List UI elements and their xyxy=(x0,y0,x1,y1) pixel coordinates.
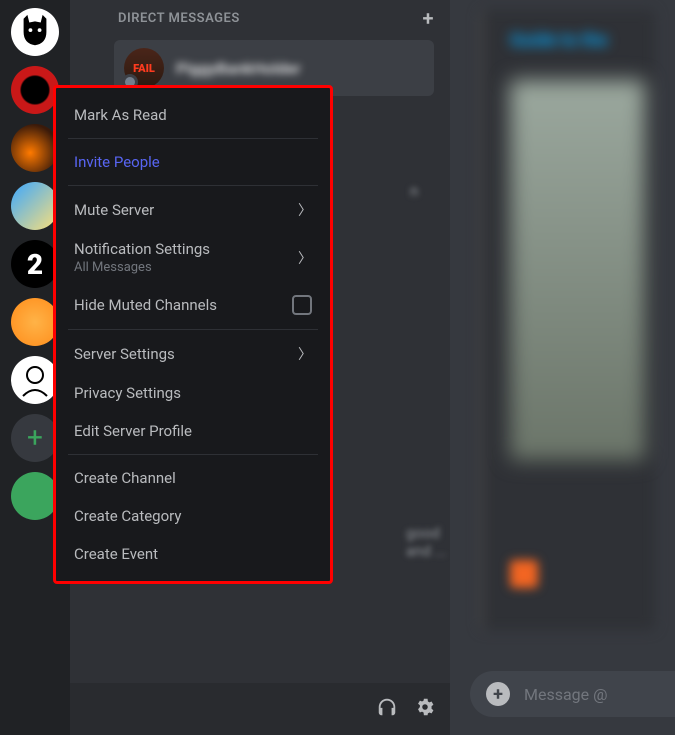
menu-invite-people[interactable]: Invite People xyxy=(64,143,322,181)
menu-label: Create Event xyxy=(74,545,158,563)
server-icon-2[interactable] xyxy=(11,124,59,172)
attach-button[interactable]: + xyxy=(486,682,510,706)
menu-label: Invite People xyxy=(74,153,160,171)
menu-separator xyxy=(68,329,318,330)
server-icon-home[interactable] xyxy=(11,8,59,56)
menu-label: Hide Muted Channels xyxy=(74,296,217,314)
menu-label: Mark As Read xyxy=(74,106,167,124)
profile-sketch-icon xyxy=(17,362,53,398)
menu-mute-server[interactable]: Mute Server 〉 xyxy=(64,190,322,230)
menu-edit-server-profile[interactable]: Edit Server Profile xyxy=(64,412,322,450)
add-server-button[interactable]: + xyxy=(11,414,59,462)
dm-header-label: DIRECT MESSAGES xyxy=(118,11,240,26)
server-icon-4[interactable]: 2 xyxy=(11,240,59,288)
menu-label: Edit Server Profile xyxy=(74,422,192,440)
chevron-right-icon: 〉 xyxy=(298,344,312,364)
server-icon-5[interactable] xyxy=(11,298,59,346)
monstercat-icon xyxy=(16,13,54,51)
add-dm-button[interactable]: + xyxy=(423,6,435,30)
server-icon-6[interactable] xyxy=(11,356,59,404)
message-placeholder: Message @ xyxy=(524,685,607,704)
embed-badge xyxy=(510,560,538,588)
server-icon-3[interactable] xyxy=(11,182,59,230)
menu-separator xyxy=(68,454,318,455)
user-panel xyxy=(70,683,450,735)
chevron-right-icon: 〉 xyxy=(298,200,312,220)
menu-privacy-settings[interactable]: Privacy Settings xyxy=(64,374,322,412)
menu-create-channel[interactable]: Create Channel xyxy=(64,459,322,497)
server-icon-explore[interactable] xyxy=(11,472,59,520)
menu-label: Notification Settings xyxy=(74,240,210,258)
menu-sublabel: All Messages xyxy=(74,260,152,275)
message-pane: Guide to the + Message @ xyxy=(450,0,675,735)
server-icon-1[interactable] xyxy=(11,66,59,114)
dm-avatar-text: FAIL xyxy=(133,62,155,75)
checkbox-icon[interactable] xyxy=(292,295,312,315)
background-text: good and ... xyxy=(406,524,450,560)
background-text: n xyxy=(410,182,418,200)
dm-username: PiggyBankHolder xyxy=(176,59,301,78)
embed-image xyxy=(510,80,645,460)
menu-hide-muted-channels[interactable]: Hide Muted Channels xyxy=(64,285,322,325)
dm-avatar: FAIL xyxy=(124,48,164,88)
menu-separator xyxy=(68,185,318,186)
menu-label: Mute Server xyxy=(74,201,154,219)
menu-notification-settings[interactable]: Notification Settings All Messages 〉 xyxy=(64,230,322,285)
server-context-menu: Mark As Read Invite People Mute Server 〉… xyxy=(53,85,333,584)
dm-header: DIRECT MESSAGES + xyxy=(70,0,450,36)
menu-label: Privacy Settings xyxy=(74,384,181,402)
menu-separator xyxy=(68,138,318,139)
menu-create-category[interactable]: Create Category xyxy=(64,497,322,535)
menu-label: Create Channel xyxy=(74,469,176,487)
menu-mark-as-read[interactable]: Mark As Read xyxy=(64,96,322,134)
menu-label: Create Category xyxy=(74,507,181,525)
menu-server-settings[interactable]: Server Settings 〉 xyxy=(64,334,322,374)
embed-title: Guide to the xyxy=(510,30,608,51)
menu-label: Server Settings xyxy=(74,345,175,363)
message-input-bar[interactable]: + Message @ xyxy=(470,671,675,717)
gear-icon[interactable] xyxy=(414,696,436,722)
chevron-right-icon: 〉 xyxy=(298,248,312,268)
headphones-icon[interactable] xyxy=(376,696,398,722)
menu-create-event[interactable]: Create Event xyxy=(64,535,322,573)
